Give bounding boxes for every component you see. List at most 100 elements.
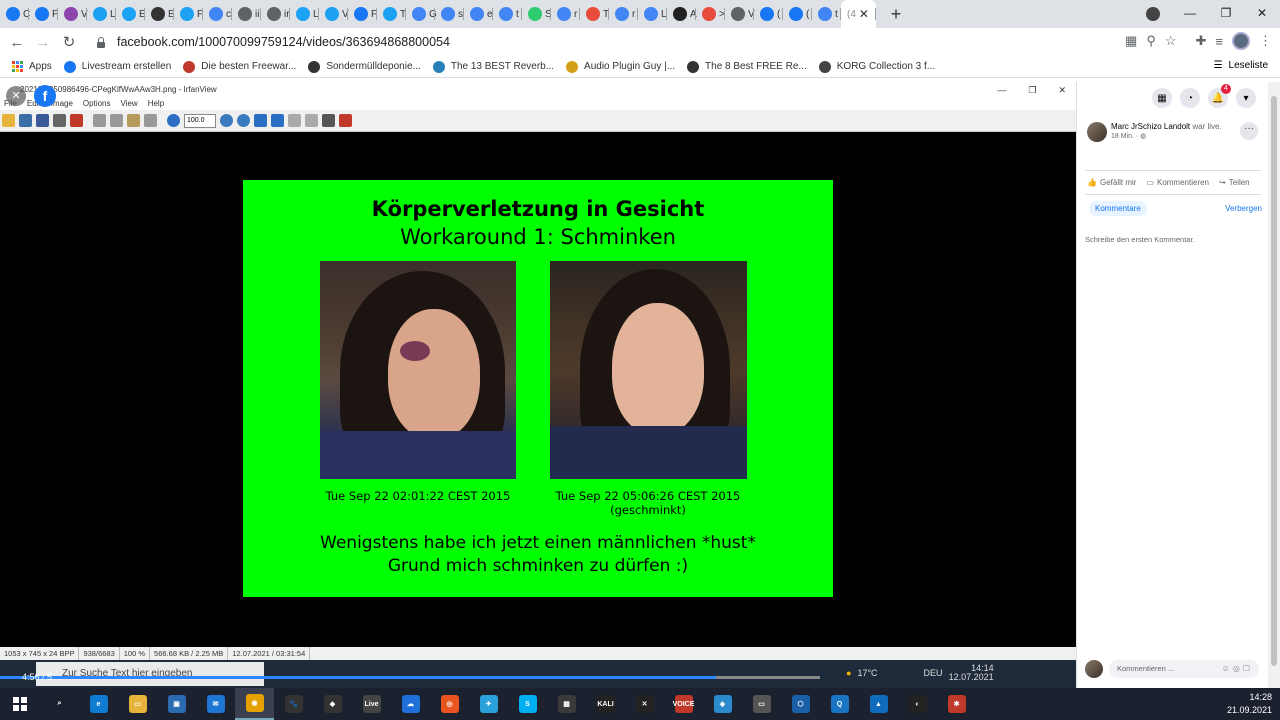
browser-tab[interactable]: e: [464, 0, 493, 28]
poster-avatar[interactable]: [1087, 122, 1107, 142]
comment-input[interactable]: Kommentieren ... ☺◎☐: [1109, 660, 1259, 678]
close-window-button[interactable]: ✕: [1244, 0, 1280, 28]
close-tab-icon[interactable]: ✕: [859, 7, 869, 21]
apps-menu-icon[interactable]: ▦: [1152, 88, 1172, 108]
apps-bookmark[interactable]: Apps: [12, 61, 52, 72]
zoom-icon[interactable]: ⚲: [1146, 33, 1156, 49]
browser-tab[interactable]: c: [203, 0, 232, 28]
browser-tab[interactable]: F: [348, 0, 377, 28]
browser-tab[interactable]: G: [406, 0, 437, 28]
minimize-button[interactable]: —: [1172, 0, 1208, 28]
browser-tab[interactable]: E: [116, 0, 146, 28]
browser-tab[interactable]: s: [435, 0, 464, 28]
bookmark-item[interactable]: The 13 BEST Reverb...: [432, 60, 554, 73]
browser-tab[interactable]: C: [0, 0, 30, 28]
share-button[interactable]: ↪ Teilen: [1219, 178, 1250, 187]
restore-button[interactable]: ❐: [1208, 0, 1244, 28]
notifications-icon[interactable]: 🔔 4: [1208, 84, 1231, 108]
system-clock[interactable]: 14:28 21.09.2021: [1227, 691, 1272, 717]
forward-icon[interactable]: →: [30, 34, 56, 51]
bookmark-item[interactable]: The 8 Best FREE Re...: [687, 60, 807, 73]
bookmark-star-icon[interactable]: ☆: [1165, 33, 1177, 49]
browser-tab[interactable]: F: [29, 0, 58, 28]
taskbar-app[interactable]: S: [508, 688, 547, 720]
taskbar-app[interactable]: ▲: [859, 688, 898, 720]
taskbar-app[interactable]: ✈: [469, 688, 508, 720]
video-progress-played[interactable]: [0, 676, 716, 679]
taskbar-app[interactable]: ◐: [898, 688, 937, 720]
browser-tab[interactable]: E: [145, 0, 175, 28]
tab-search-icon[interactable]: [1146, 7, 1160, 21]
taskbar-app[interactable]: ◈: [703, 688, 742, 720]
reload-icon[interactable]: ↻: [56, 33, 82, 51]
bookmark-item[interactable]: Livestream erstellen: [63, 60, 171, 73]
taskbar-app[interactable]: ▭: [742, 688, 781, 720]
browser-tab[interactable]: (: [783, 0, 812, 28]
tab-comments[interactable]: Kommentare: [1089, 201, 1147, 216]
browser-tab[interactable]: T: [377, 0, 406, 28]
browser-tab[interactable]: V: [725, 0, 755, 28]
taskbar-app[interactable]: ◉: [235, 688, 274, 720]
browser-tab[interactable]: F: [174, 0, 203, 28]
taskbar-app[interactable]: ▣: [157, 688, 196, 720]
lock-icon[interactable]: [96, 36, 106, 48]
back-icon[interactable]: ←: [4, 34, 30, 51]
taskbar-app[interactable]: ☁: [391, 688, 430, 720]
video-progress-remaining[interactable]: [716, 676, 820, 679]
taskbar-app[interactable]: 🐾: [274, 688, 313, 720]
browser-tab[interactable]: L: [638, 0, 667, 28]
taskbar-app[interactable]: Q: [820, 688, 859, 720]
video-player[interactable]: 20210...250986496-CPegKlfWwAAw3H.png - I…: [0, 82, 1076, 688]
browser-tab[interactable]: >: [696, 0, 725, 28]
url-text[interactable]: facebook.com/100070099759124/videos/3636…: [117, 35, 450, 49]
browser-tab[interactable]: r: [551, 0, 580, 28]
bookmark-item[interactable]: Sondermülldeponie...: [308, 60, 421, 73]
taskbar-app[interactable]: ✕: [625, 688, 664, 720]
browser-tab[interactable]: ii: [232, 0, 261, 28]
reading-list[interactable]: ☰ Leseliste: [1214, 60, 1268, 71]
start-button[interactable]: [0, 688, 40, 720]
browser-tab[interactable]: r: [609, 0, 638, 28]
panel-scrollbar[interactable]: [1268, 82, 1280, 688]
bookmark-item[interactable]: KORG Collection 3 f...: [818, 60, 935, 73]
bookmark-item[interactable]: Die besten Freewar...: [183, 60, 296, 73]
taskbar-app[interactable]: ◎: [430, 688, 469, 720]
active-browser-tab[interactable]: (4 ✕: [841, 0, 876, 28]
media-icon[interactable]: ≡: [1215, 34, 1223, 49]
taskbar-app[interactable]: ⌕: [40, 688, 79, 720]
profile-avatar[interactable]: [1232, 32, 1250, 50]
close-video-icon[interactable]: ✕: [6, 86, 26, 106]
messenger-icon[interactable]: ◔: [1180, 88, 1200, 108]
taskbar-app[interactable]: KALI: [586, 688, 625, 720]
browser-tab[interactable]: ir: [261, 0, 290, 28]
emoji-icons[interactable]: ☺◎☐: [1222, 660, 1253, 678]
taskbar-app[interactable]: ▭: [118, 688, 157, 720]
browser-tab[interactable]: V: [319, 0, 349, 28]
browser-tab[interactable]: S: [522, 0, 552, 28]
extensions-icon[interactable]: ✚: [1196, 33, 1207, 49]
account-menu-icon[interactable]: ▾: [1236, 88, 1256, 108]
taskbar-app[interactable]: e: [79, 688, 118, 720]
taskbar-app[interactable]: ⬡: [781, 688, 820, 720]
browser-tab[interactable]: T: [580, 0, 609, 28]
post-time-text[interactable]: 18 Min. ·: [1111, 133, 1138, 140]
facebook-logo-icon[interactable]: f: [34, 85, 56, 107]
taskbar-app[interactable]: ✱: [937, 688, 976, 720]
menu-icon[interactable]: ⋮: [1259, 33, 1272, 49]
taskbar-app[interactable]: ✉: [196, 688, 235, 720]
poster-name[interactable]: Marc JrSchizo Landolt: [1111, 122, 1190, 131]
taskbar-app[interactable]: ▦: [547, 688, 586, 720]
browser-tab[interactable]: V: [58, 0, 88, 28]
browser-tab[interactable]: t: [493, 0, 522, 28]
browser-tab[interactable]: (: [754, 0, 783, 28]
browser-tab[interactable]: A: [667, 0, 697, 28]
comment-button[interactable]: ▭ Kommentieren: [1146, 178, 1209, 187]
hide-link[interactable]: Verbergen: [1225, 204, 1262, 213]
address-bar[interactable]: facebook.com/100070099759124/videos/3636…: [90, 30, 1090, 54]
browser-tab[interactable]: L: [87, 0, 116, 28]
like-button[interactable]: 👍 Gefällt mir: [1087, 178, 1136, 187]
scrollbar-thumb[interactable]: [1271, 96, 1277, 666]
new-tab-button[interactable]: +: [882, 4, 910, 25]
taskbar-app[interactable]: VOICE: [664, 688, 703, 720]
browser-tab[interactable]: t: [812, 0, 841, 28]
